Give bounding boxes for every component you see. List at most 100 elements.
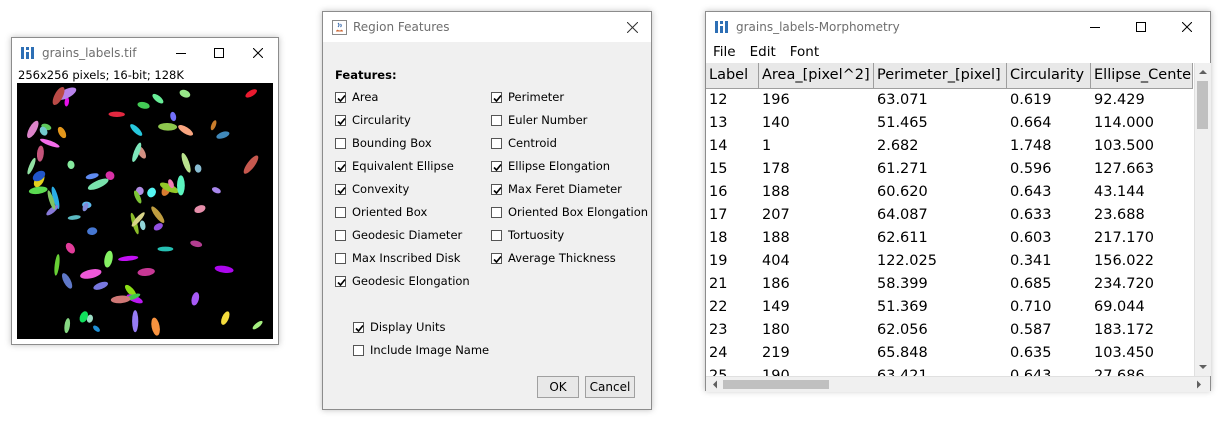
table-cell[interactable]: 0.635	[1007, 342, 1091, 365]
label-image-canvas[interactable]	[17, 83, 273, 339]
table-row[interactable]: 14 1 2.682 1.748 103.500	[706, 135, 1193, 158]
table-row[interactable]: 17 207 64.087 0.633 23.688	[706, 204, 1193, 227]
table-cell[interactable]: 188	[759, 181, 874, 204]
scroll-left-icon[interactable]	[708, 377, 722, 392]
dialog-close-button[interactable]	[617, 12, 647, 42]
column-header-circularity[interactable]: Circularity	[1007, 63, 1091, 89]
table-cell[interactable]: 183.172	[1091, 319, 1193, 342]
checkbox-box[interactable]	[491, 91, 502, 103]
table-cell[interactable]: 0.341	[1007, 250, 1091, 273]
table-cell[interactable]: 16	[706, 181, 759, 204]
table-cell[interactable]: 2.682	[874, 135, 1007, 158]
table-cell[interactable]: 17	[706, 204, 759, 227]
maximize-button[interactable]	[200, 38, 238, 68]
table-cell[interactable]: 0.710	[1007, 296, 1091, 319]
checkbox-box[interactable]	[335, 160, 346, 172]
table-row[interactable]: 22 149 51.369 0.710 69.044	[706, 296, 1193, 319]
perimeter-checkbox[interactable]: Perimeter	[491, 90, 564, 104]
table-cell[interactable]: 23	[706, 319, 759, 342]
equivalent-ellipse-checkbox[interactable]: Equivalent Ellipse	[335, 159, 454, 173]
checkbox-box[interactable]	[491, 206, 502, 218]
column-header-label[interactable]: Label	[706, 63, 759, 89]
checkbox-box[interactable]	[353, 321, 364, 333]
table-cell[interactable]: 180	[759, 319, 874, 342]
table-cell[interactable]: 149	[759, 296, 874, 319]
table-cell[interactable]: 196	[759, 89, 874, 112]
table-cell[interactable]: 207	[759, 204, 874, 227]
table-cell[interactable]: 62.056	[874, 319, 1007, 342]
table-cell[interactable]: 404	[759, 250, 874, 273]
table-cell[interactable]: 103.500	[1091, 135, 1193, 158]
checkbox-box[interactable]	[491, 252, 502, 264]
table-cell[interactable]: 15	[706, 158, 759, 181]
table-cell[interactable]: 186	[759, 273, 874, 296]
table-cell[interactable]: 14	[706, 135, 759, 158]
checkbox-box[interactable]	[335, 137, 346, 149]
table-cell[interactable]: 0.633	[1007, 204, 1091, 227]
vertical-scrollbar[interactable]	[1194, 63, 1211, 376]
table-row[interactable]: 23 180 62.056 0.587 183.172	[706, 319, 1193, 342]
display-units-checkbox[interactable]: Display Units	[353, 320, 445, 334]
table-cell[interactable]: 64.087	[874, 204, 1007, 227]
table-row[interactable]: 21 186 58.399 0.685 234.720	[706, 273, 1193, 296]
table-cell[interactable]: 122.025	[874, 250, 1007, 273]
table-cell[interactable]: 0.619	[1007, 89, 1091, 112]
table-row[interactable]: 18 188 62.611 0.603 217.170	[706, 227, 1193, 250]
euler-number-checkbox[interactable]: Euler Number	[491, 113, 587, 127]
table-cell[interactable]: 60.620	[874, 181, 1007, 204]
checkbox-box[interactable]	[335, 252, 346, 264]
dialog-titlebar[interactable]: Region Features	[323, 12, 651, 42]
table-cell[interactable]: 92.429	[1091, 89, 1193, 112]
table-cell[interactable]: 13	[706, 112, 759, 135]
tortuosity-checkbox[interactable]: Tortuosity	[491, 228, 564, 242]
include-image-name-checkbox[interactable]: Include Image Name	[353, 343, 489, 357]
column-header-ellipse-center[interactable]: Ellipse_Center	[1091, 63, 1193, 89]
table-cell[interactable]: 1.748	[1007, 135, 1091, 158]
table-cell[interactable]: 43.144	[1091, 181, 1193, 204]
vertical-scroll-thumb[interactable]	[1197, 81, 1208, 129]
checkbox-box[interactable]	[491, 137, 502, 149]
table-cell[interactable]: 51.369	[874, 296, 1007, 319]
menu-file[interactable]: File	[706, 42, 743, 62]
table-cell[interactable]: 27.686	[1091, 365, 1193, 376]
table-cell[interactable]: 61.271	[874, 158, 1007, 181]
table-cell[interactable]: 69.044	[1091, 296, 1193, 319]
image-window-titlebar[interactable]: grains_labels.tif	[12, 38, 278, 68]
checkbox-box[interactable]	[335, 206, 346, 218]
table-cell[interactable]: 190	[759, 365, 874, 376]
column-header-perimeter[interactable]: Perimeter_[pixel]	[874, 63, 1007, 89]
minimize-button[interactable]	[1072, 12, 1118, 42]
oriented-box-elongation-checkbox[interactable]: Oriented Box Elongation	[491, 205, 648, 219]
table-cell[interactable]: 63.421	[874, 365, 1007, 376]
horizontal-scrollbar[interactable]	[706, 376, 1210, 392]
checkbox-box[interactable]	[491, 114, 502, 126]
table-cell[interactable]: 188	[759, 227, 874, 250]
scroll-up-icon[interactable]	[1195, 65, 1211, 79]
table-cell[interactable]: 62.611	[874, 227, 1007, 250]
table-window-titlebar[interactable]: grains_labels-Morphometry	[706, 12, 1210, 42]
cancel-button[interactable]: Cancel	[585, 376, 635, 398]
table-row[interactable]: 19 404 122.025 0.341 156.022	[706, 250, 1193, 273]
table-cell[interactable]: 127.663	[1091, 158, 1193, 181]
table-cell[interactable]: 51.465	[874, 112, 1007, 135]
results-table[interactable]: Label Area_[pixel^2] Perimeter_[pixel] C…	[706, 63, 1193, 376]
table-cell[interactable]: 58.399	[874, 273, 1007, 296]
close-button[interactable]	[238, 38, 278, 68]
checkbox-box[interactable]	[335, 183, 346, 195]
table-row[interactable]: 12 196 63.071 0.619 92.429	[706, 89, 1193, 112]
table-cell[interactable]: 21	[706, 273, 759, 296]
table-row[interactable]: 25 190 63.421 0.643 27.686	[706, 365, 1193, 376]
checkbox-box[interactable]	[335, 275, 346, 287]
table-cell[interactable]: 19	[706, 250, 759, 273]
oriented-box-checkbox[interactable]: Oriented Box	[335, 205, 427, 219]
table-row[interactable]: 13 140 51.465 0.664 114.000	[706, 112, 1193, 135]
table-row[interactable]: 24 219 65.848 0.635 103.450	[706, 342, 1193, 365]
area-checkbox[interactable]: Area	[335, 90, 378, 104]
circularity-checkbox[interactable]: Circularity	[335, 113, 411, 127]
checkbox-box[interactable]	[491, 229, 502, 241]
max-feret-diameter-checkbox[interactable]: Max Feret Diameter	[491, 182, 622, 196]
centroid-checkbox[interactable]: Centroid	[491, 136, 557, 150]
bounding-box-checkbox[interactable]: Bounding Box	[335, 136, 432, 150]
checkbox-box[interactable]	[335, 91, 346, 103]
scroll-right-icon[interactable]	[1192, 377, 1206, 392]
